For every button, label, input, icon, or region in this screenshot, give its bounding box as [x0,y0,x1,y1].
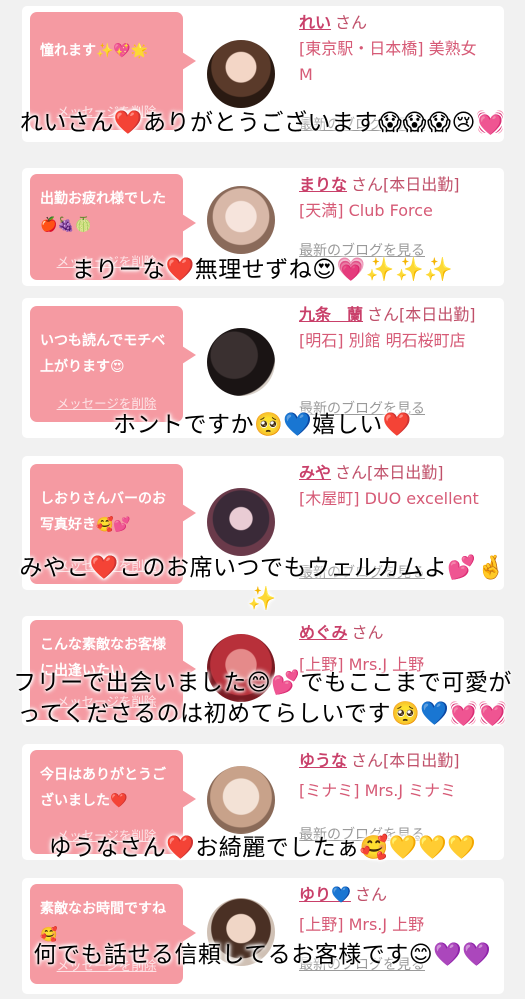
honorific: さん [351,751,384,770]
overlay-caption: ゆうなさん❤️お綺麗でしたぁ🥰💛💛💛 [48,835,477,861]
cast-info: ゆうな さん[本日出勤] [ミナミ] Mrs.J ミナミ [299,748,494,804]
cast-name-link[interactable]: れい [299,13,331,32]
message-text: 憧れます✨💖🌟 [40,43,149,59]
today-badge: [本日出勤] [399,305,476,324]
message-bubble: いつも読んでモチベ上がります😍 メッセージを削除 [30,306,196,422]
shop-link[interactable]: [東京駅・日本橋] 美熟女 M [299,36,494,88]
cast-name-link[interactable]: めぐみ [299,623,347,642]
shop-link[interactable]: [木屋町] DUO excellent [299,486,494,512]
overlay-caption: 何でも話せる信頼してるお客様です😊💜💜 [33,942,492,968]
shop-link[interactable]: [天満] Club Force [299,198,494,224]
message-card: 素敵なお時間ですね🥰 メッセージを削除 ゆり💙 さん [上野] Mrs.J 上野 … [22,878,504,994]
overlay-caption: フリーで出会いました😊💕でもここまで可愛がってくださるのは初めてらしいです🥺💙💓… [13,670,512,727]
cast-name-link[interactable]: ゆうな [299,751,347,770]
avatar[interactable] [207,766,275,834]
cast-name-link[interactable]: 九条 蘭 [299,305,363,324]
shop-link[interactable]: [明石] 別館 明石桜町店 [299,328,494,354]
message-text: 今日はありがとうございました❤️ [40,767,166,809]
avatar[interactable] [207,328,275,396]
message-text: 出勤お疲れ様でした🍎🍇🍈 [40,191,166,233]
overlay-caption: みやこ❤️このお席いつでもウェルカムよ💕🤞✨ [19,555,506,612]
shop-link[interactable]: [上野] Mrs.J 上野 [299,912,494,938]
honorific: さん [351,623,384,642]
cast-name-link[interactable]: ゆり💙 [299,885,351,904]
cast-info: 九条 蘭さん[本日出勤] [明石] 別館 明石桜町店 [299,302,494,354]
honorific: さん [354,885,387,904]
message-text: しおりさんバーのお写真好き🥰💕 [40,491,166,533]
cast-info: みや さん[本日出勤] [木屋町] DUO excellent [299,460,494,512]
cast-info: まりな さん[本日出勤] [天満] Club Force [299,172,494,224]
cast-name-link[interactable]: みや [299,463,331,482]
today-badge: [本日出勤] [383,175,460,194]
honorific: さん [335,463,368,482]
cast-info: れい さん [東京駅・日本橋] 美熟女 M [299,10,494,88]
today-badge: [本日出勤] [367,463,444,482]
honorific: さん [351,175,384,194]
overlay-caption: ホントですか🥺💙嬉しい❤️ [113,412,412,438]
overlay-caption: まりーな❤️無理せずね😍💗✨✨✨ [71,257,454,283]
avatar[interactable] [207,488,275,556]
honorific: さん [367,305,400,324]
avatar[interactable] [207,186,275,254]
overlay-caption: れいさん❤️ありがとうございます😱😱😱😢💓 [19,110,506,136]
message-text: いつも読んでモチベ上がります😍 [40,333,166,375]
shop-link[interactable]: [ミナミ] Mrs.J ミナミ [299,778,494,804]
avatar[interactable] [207,40,275,108]
honorific: さん [335,13,368,32]
cast-info: ゆり💙 さん [上野] Mrs.J 上野 [299,882,494,938]
today-badge: [本日出勤] [383,751,460,770]
cast-name-link[interactable]: まりな [299,175,347,194]
